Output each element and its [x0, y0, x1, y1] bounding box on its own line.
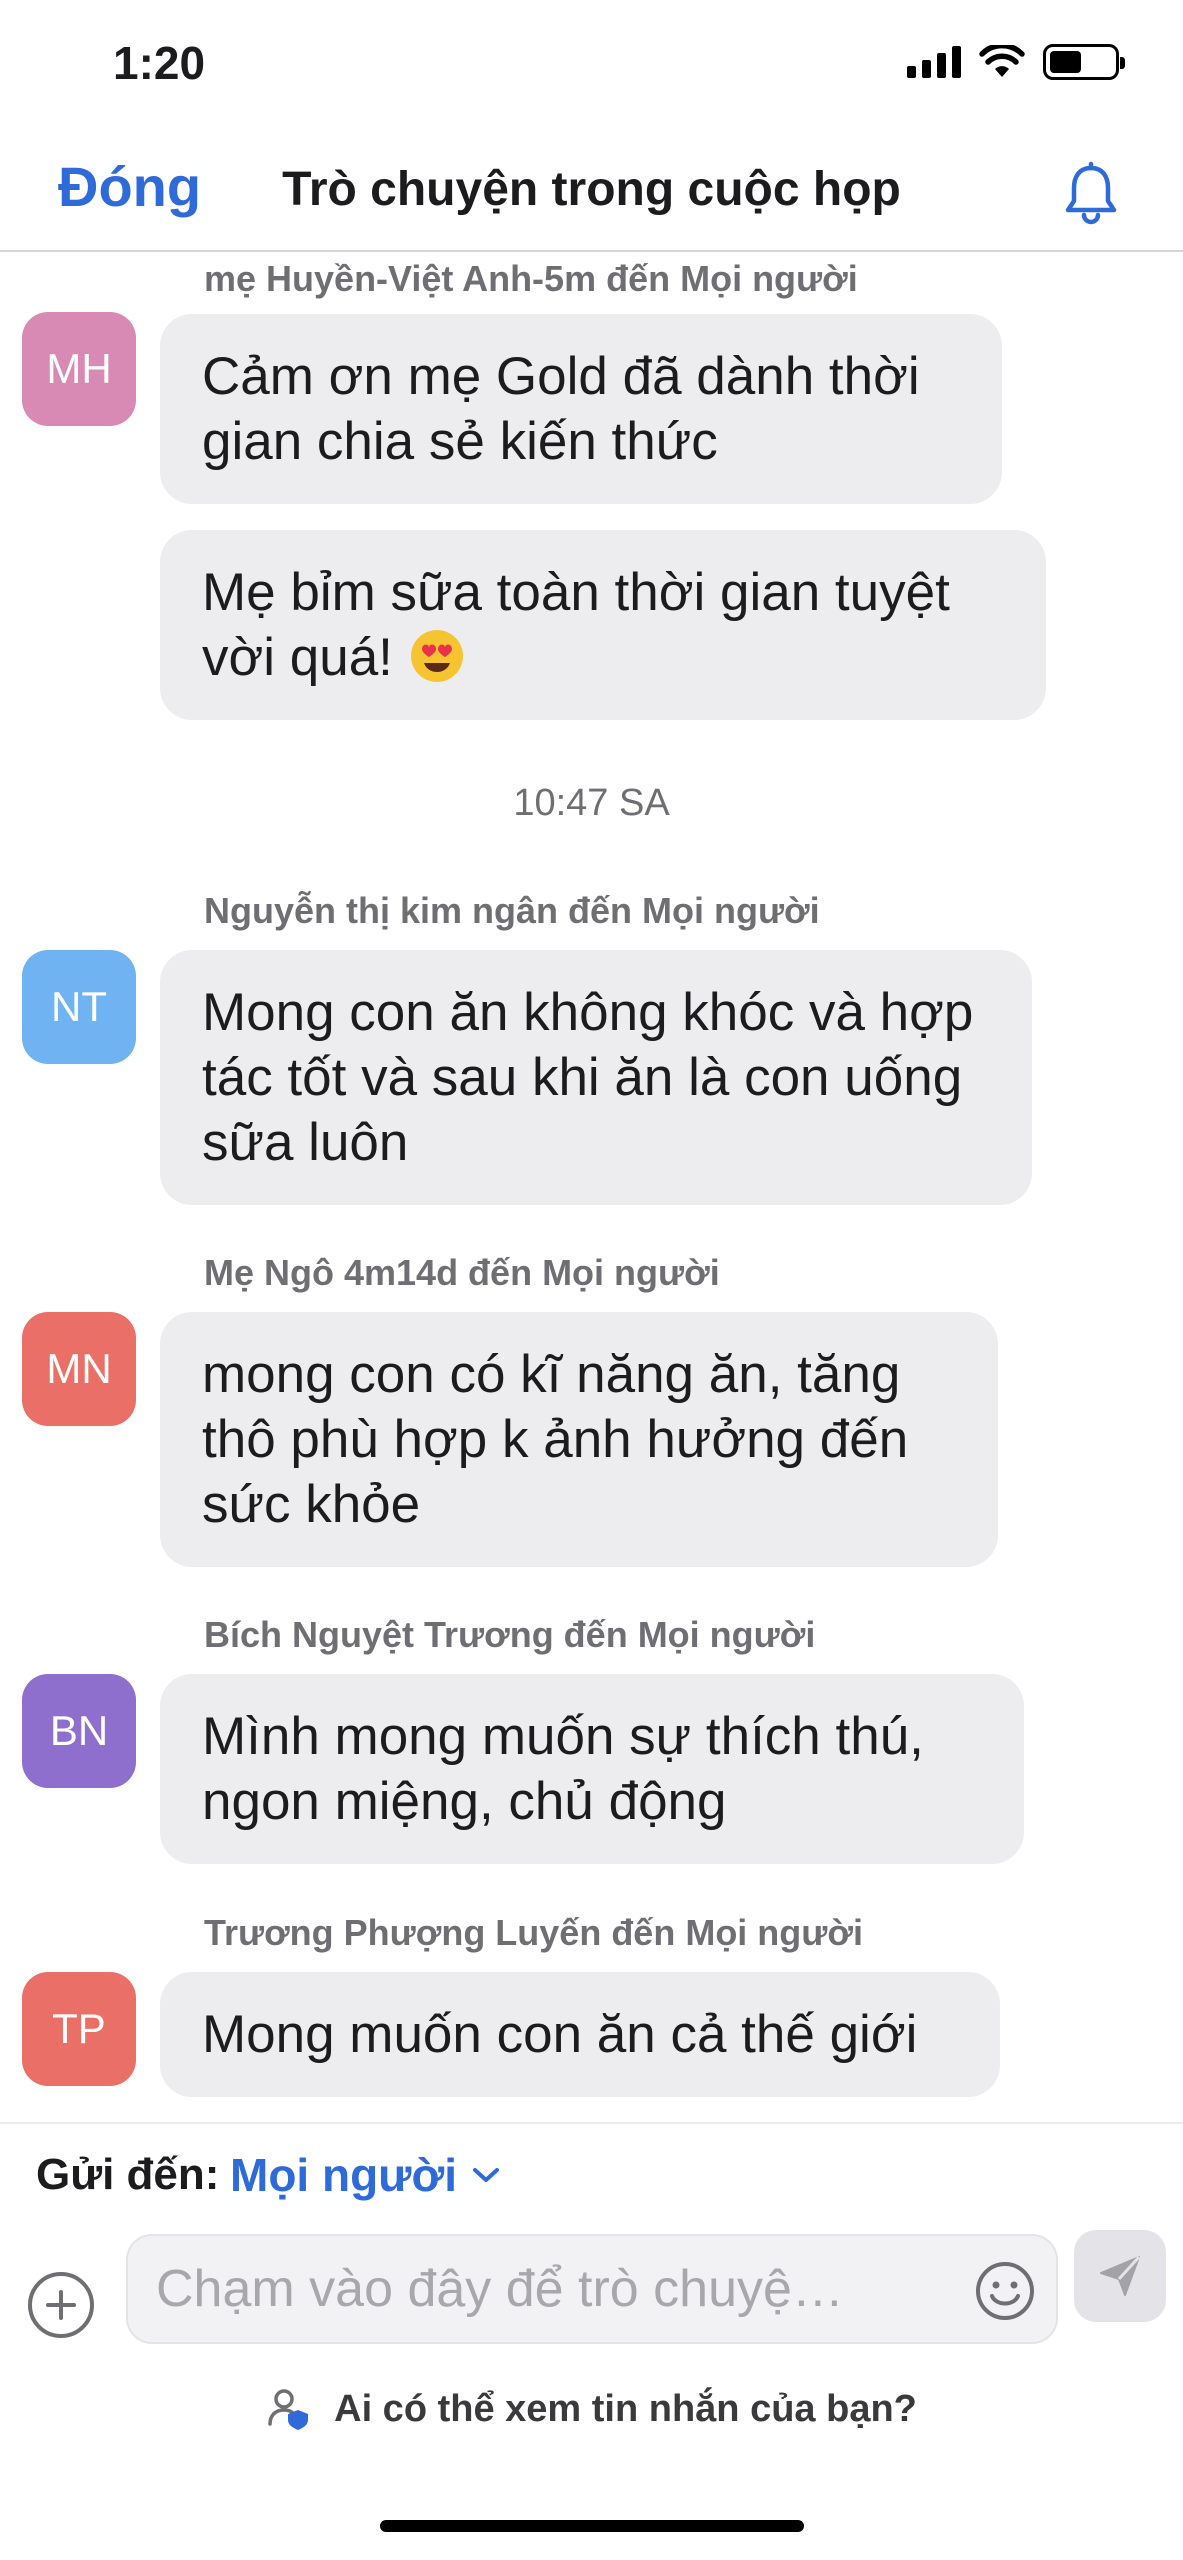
- emoji-button[interactable]: [974, 2260, 1036, 2322]
- message-text: Mong con ăn không khóc và hợp tác tốt và…: [202, 983, 974, 1172]
- message-text: Mình mong muốn sự thích thú, ngon miệng,…: [202, 1707, 924, 1831]
- avatar[interactable]: MN: [22, 1312, 136, 1426]
- message-bubble[interactable]: Mong con ăn không khóc và hợp tác tốt và…: [160, 950, 1032, 1205]
- bell-icon: [1065, 161, 1117, 225]
- signal-icon: [907, 46, 961, 78]
- sender-name: Nguyễn thị kim ngân đến Mọi người: [204, 890, 820, 931]
- chevron-down-icon: [472, 2168, 499, 2182]
- status-bar: 1:20: [0, 0, 1183, 130]
- send-to-dropdown[interactable]: Mọi người: [230, 2148, 501, 2202]
- plus-icon: [46, 2290, 76, 2320]
- privacy-link[interactable]: Ai có thể xem tin nhắn của bạn?: [0, 2386, 1183, 2432]
- home-indicator: [380, 2520, 804, 2532]
- avatar[interactable]: NT: [22, 950, 136, 1064]
- message-bubble[interactable]: mong con có kĩ năng ăn, tăng thô phù hợp…: [160, 1312, 998, 1567]
- add-attachment-button[interactable]: [28, 2272, 94, 2338]
- status-time: 1:20: [113, 37, 206, 89]
- message-text: Cảm ơn mẹ Gold đã dành thời gian chia sẻ…: [202, 347, 920, 471]
- message-bubble[interactable]: Mong muốn con ăn cả thế giới: [160, 1972, 1000, 2097]
- header: Đóng Trò chuyện trong cuộc họp: [0, 130, 1183, 252]
- message-bubble[interactable]: Mẹ bỉm sữa toàn thời gian tuyệt vời quá!: [160, 530, 1046, 720]
- chat-list[interactable]: mẹ Huyền-Việt Anh-5m đến Mọi người MH Cả…: [0, 254, 1183, 2122]
- message-bubble[interactable]: Cảm ơn mẹ Gold đã dành thời gian chia sẻ…: [160, 314, 1002, 504]
- composer: Gửi đến: Mọi người Chạm vào đây để trò c…: [0, 2122, 1183, 2560]
- sender-name: Trương Phượng Luyến đến Mọi người: [204, 1912, 863, 1953]
- message-bubble[interactable]: Mình mong muốn sự thích thú, ngon miệng,…: [160, 1674, 1024, 1864]
- chat-input[interactable]: [154, 2236, 954, 2342]
- message-text: mong con có kĩ năng ăn, tăng thô phù hợp…: [202, 1345, 909, 1534]
- privacy-text: Ai có thể xem tin nhắn của bạn?: [334, 2387, 917, 2430]
- send-icon: [1100, 2255, 1141, 2296]
- privacy-icon: [268, 2389, 309, 2430]
- message-text: Mong muốn con ăn cả thế giới: [202, 2005, 918, 2064]
- notification-button[interactable]: [1055, 158, 1127, 230]
- heart-eyes-emoji: [410, 630, 463, 682]
- sender-name: Mẹ Ngô 4m14d đến Mọi người: [204, 1252, 720, 1293]
- avatar[interactable]: MH: [22, 312, 136, 426]
- wifi-icon: [979, 45, 1025, 77]
- page-title: Trò chuyện trong cuộc họp: [282, 163, 901, 216]
- sender-name: mẹ Huyền-Việt Anh-5m đến Mọi người: [204, 258, 858, 299]
- avatar[interactable]: TP: [22, 1972, 136, 2086]
- send-button[interactable]: [1074, 2230, 1166, 2322]
- battery-icon: [1043, 44, 1125, 80]
- chat-input-box[interactable]: [126, 2234, 1058, 2344]
- status-icons: [907, 44, 1125, 80]
- send-to-value: Mọi người: [230, 2149, 457, 2201]
- message-text: Mẹ bỉm sữa toàn thời gian tuyệt vời quá!: [202, 563, 950, 687]
- send-to-label: Gửi đến:: [36, 2150, 220, 2199]
- sender-name: Bích Nguyệt Trương đến Mọi người: [204, 1614, 816, 1655]
- smiley-icon: [976, 2262, 1034, 2320]
- time-divider: 10:47 SA: [513, 782, 670, 824]
- avatar[interactable]: BN: [22, 1674, 136, 1788]
